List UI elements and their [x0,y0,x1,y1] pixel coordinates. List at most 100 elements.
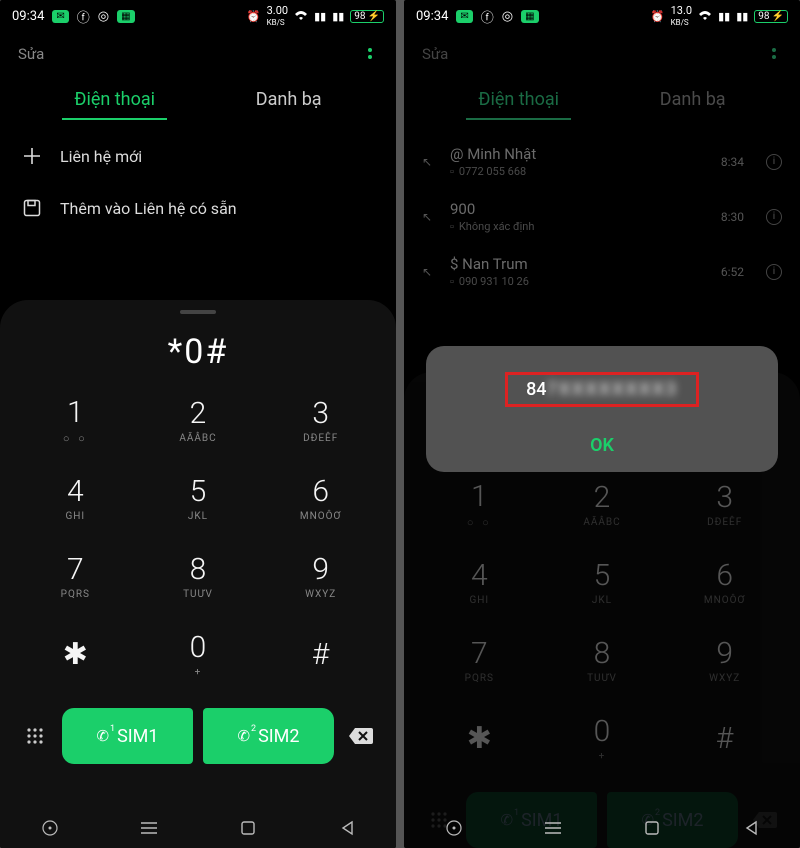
tabs: Điện thoại Danh bạ [0,75,396,130]
net-speed: 3.00 [267,4,288,17]
new-contact-label: Liên hệ mới [60,147,142,166]
back-icon[interactable] [740,817,762,839]
wifi-icon [294,10,308,22]
system-nav [404,808,800,848]
key-7[interactable]: 7PQRS [14,538,137,616]
net-speed: 13.0 [671,4,692,17]
status-bar: 09:34 ✉ ⓕ ◎ ▦ ⏰ 3.00 KB/S ▮▮ ▮▮ 98⚡ [0,0,396,32]
key-star[interactable]: ✱ [14,616,137,694]
add-existing-label: Thêm vào Liên hệ có sẵn [60,199,237,218]
tab-contacts[interactable]: Danh bạ [648,81,738,120]
home-icon[interactable] [237,817,259,839]
key-7[interactable]: 7PQRS [418,622,541,700]
home-icon[interactable] [641,817,663,839]
edit-button[interactable]: Sửa [422,45,448,63]
keypad-grid-icon[interactable] [18,719,52,753]
battery-indicator: 98⚡ [350,10,384,23]
key-9[interactable]: 9WXYZ [259,538,382,616]
key-3[interactable]: 3DĐEÊF [259,382,382,460]
key-5[interactable]: 5JKL [541,544,664,622]
back-icon[interactable] [336,817,358,839]
info-icon[interactable]: i [766,264,782,280]
dialpad: 1○ ○ 2AĂÂBC 3DĐEÊF 4GHI 5JKL 6MNOÔƠ 7PQR… [0,382,396,694]
key-2[interactable]: 2AĂÂBC [137,382,260,460]
signal-icon: ▮▮ [718,10,730,23]
key-0[interactable]: 0+ [541,700,664,778]
key-star[interactable]: ✱ [418,700,541,778]
signal-icon: ▮▮ [314,10,326,23]
status-time: 09:34 [12,9,44,24]
info-icon[interactable]: i [766,209,782,225]
new-contact-row[interactable]: Liên hệ mới [0,130,396,182]
add-existing-row[interactable]: Thêm vào Liên hệ có sẵn [0,182,396,234]
recent-apps-icon[interactable] [443,817,465,839]
key-0[interactable]: 0+ [137,616,260,694]
recent-calls-list: ↖ @ Minh Nhật ▫0772 055 668 8:34 i ↖ 900… [404,130,800,303]
key-4[interactable]: 4GHI [418,544,541,622]
sim-icon: ▦ [117,10,134,23]
ussd-result-dialog: 847XXXXXXXX3 OK [426,346,778,472]
facebook-icon: ⓕ [481,7,494,26]
instagram-icon: ◎ [502,9,513,24]
key-1[interactable]: 1○ ○ [14,382,137,460]
call-sim2-button[interactable]: ✆2 SIM2 [203,708,334,764]
outgoing-icon: ↖ [422,155,438,169]
key-1[interactable]: 1○ ○ [418,466,541,544]
status-time: 09:34 [416,9,448,24]
more-menu-icon[interactable] [766,42,782,65]
call-row: ✆1 SIM1 ✆2 SIM2 [0,694,396,774]
info-icon[interactable]: i [766,154,782,170]
app-header: Sửa [404,32,800,75]
sim-card-icon: ▫ [450,275,454,288]
tabs: Điện thoại Danh bạ [404,75,800,130]
menu-icon[interactable] [138,817,160,839]
key-2[interactable]: 2AĂÂBC [541,466,664,544]
outgoing-icon: ↖ [422,265,438,279]
call-log-item[interactable]: ↖ @ Minh Nhật ▫0772 055 668 8:34 i [418,134,786,189]
wifi-icon [698,10,712,22]
dialpad: 1○ ○ 2AĂÂBC 3DĐEÊF 4GHI 5JKL 6MNOÔƠ 7PQR… [404,466,800,778]
phone-icon: ✆2 [238,727,251,745]
system-nav [0,808,396,848]
signal-icon-2: ▮▮ [332,10,344,23]
key-4[interactable]: 4GHI [14,460,137,538]
dialer-panel: *0# 1○ ○ 2AĂÂBC 3DĐEÊF 4GHI 5JKL 6MNOÔƠ … [0,300,396,848]
key-9[interactable]: 9WXYZ [663,622,786,700]
key-hash[interactable]: # [663,700,786,778]
key-3[interactable]: 3DĐEÊF [663,466,786,544]
recent-apps-icon[interactable] [39,817,61,839]
app-header: Sửa [0,32,396,75]
key-6[interactable]: 6MNOÔƠ [259,460,382,538]
call-log-item[interactable]: ↖ 900 ▫Không xác định 8:30 i [418,189,786,244]
tab-contacts[interactable]: Danh bạ [244,81,334,120]
key-hash[interactable]: # [259,616,382,694]
call-log-screen: 09:34 ✉ ⓕ ◎ ▦ ⏰ 13.0 KB/S ▮▮ ▮▮ 98⚡ Sửa [404,0,800,848]
save-icon [22,198,42,218]
key-6[interactable]: 6MNOÔƠ [663,544,786,622]
ok-button[interactable]: OK [442,425,762,458]
tab-phone[interactable]: Điện thoại [62,81,167,120]
edit-button[interactable]: Sửa [18,45,44,63]
sim-icon: ▦ [521,10,538,23]
notif-icon: ✉ [456,10,472,23]
phone-dialer-screen: 09:34 ✉ ⓕ ◎ ▦ ⏰ 3.00 KB/S ▮▮ ▮▮ 98⚡ [0,0,396,848]
menu-icon[interactable] [542,817,564,839]
dialed-number: *0# [0,314,396,382]
call-sim1-button[interactable]: ✆1 SIM1 [62,708,193,764]
alarm-icon: ⏰ [651,10,665,23]
notif-icon: ✉ [52,10,68,23]
outgoing-icon: ↖ [422,210,438,224]
facebook-icon: ⓕ [77,7,90,26]
key-8[interactable]: 8TUƯV [137,538,260,616]
more-menu-icon[interactable] [362,42,378,65]
sim-card-icon: ▫ [450,165,454,178]
status-bar: 09:34 ✉ ⓕ ◎ ▦ ⏰ 13.0 KB/S ▮▮ ▮▮ 98⚡ [404,0,800,32]
instagram-icon: ◎ [98,9,109,24]
sim-card-icon: ▫ [450,220,454,233]
plus-icon [22,146,42,166]
backspace-button[interactable] [344,719,378,753]
tab-phone[interactable]: Điện thoại [466,81,571,120]
key-8[interactable]: 8TUƯV [541,622,664,700]
call-log-item[interactable]: ↖ $ Nan Trum ▫090 931 10 26 6:52 i [418,244,786,299]
key-5[interactable]: 5JKL [137,460,260,538]
